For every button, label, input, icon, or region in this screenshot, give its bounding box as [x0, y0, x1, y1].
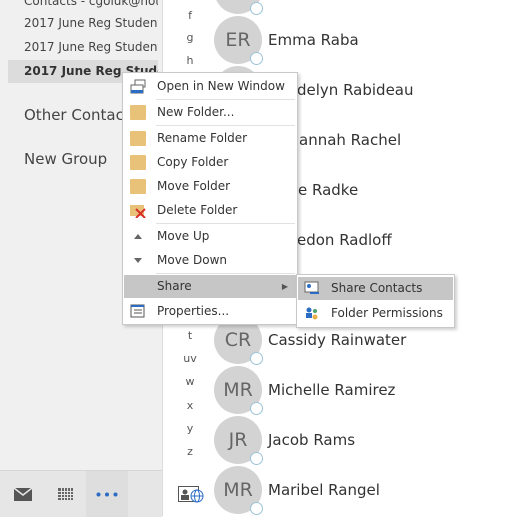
folder-permissions-icon [304, 306, 320, 321]
share-contacts-icon [304, 281, 320, 296]
contact-name[interactable]: e Radke [298, 181, 358, 199]
menu-folder-permissions[interactable]: Folder Permissions [298, 302, 453, 325]
presence-icon [250, 2, 263, 15]
presence-icon [250, 502, 263, 515]
menu-move-down[interactable]: Move Down [124, 249, 296, 272]
mail-icon[interactable] [2, 471, 44, 517]
context-menu: Open in New Window New Folder... Rename … [122, 72, 298, 325]
menu-move-folder[interactable]: Move Folder [124, 175, 296, 198]
menu-copy-folder[interactable]: Copy Folder [124, 151, 296, 174]
contact-name[interactable]: Jacob Rams [268, 431, 355, 449]
index-letter[interactable]: g [182, 31, 198, 44]
menu-separator [156, 125, 295, 126]
new-window-icon [130, 79, 146, 94]
properties-icon [130, 304, 146, 319]
calendar-icon[interactable] [44, 471, 86, 517]
index-letter[interactable]: h [182, 54, 198, 67]
new-group[interactable]: New Group [24, 150, 107, 168]
index-letter[interactable]: t [182, 329, 198, 342]
contact-name[interactable]: edon Radloff [297, 231, 392, 249]
menu-rename-folder[interactable]: Rename Folder [124, 127, 296, 150]
triangle-up-icon [130, 229, 146, 244]
delete-folder-icon [130, 203, 146, 219]
triangle-down-icon [130, 253, 146, 268]
contact-name[interactable]: annah Rachel [299, 131, 401, 149]
presence-icon [250, 402, 263, 415]
folder-icon [130, 105, 146, 120]
menu-share[interactable]: Share ▶ [124, 275, 296, 298]
index-letter[interactable]: x [182, 399, 198, 412]
move-folder-icon [130, 179, 146, 194]
menu-share-contacts[interactable]: Share Contacts [298, 277, 453, 300]
presence-icon [250, 52, 263, 65]
menu-delete-folder[interactable]: Delete Folder [124, 199, 296, 222]
index-letter[interactable]: y [182, 422, 198, 435]
contact-name[interactable]: Maribel Rangel [268, 481, 380, 499]
submenu-arrow-icon: ▶ [281, 282, 288, 291]
menu-move-up[interactable]: Move Up [124, 225, 296, 248]
more-icon[interactable] [86, 471, 128, 517]
index-letter[interactable]: w [182, 375, 198, 388]
index-letter[interactable]: z [182, 445, 198, 458]
copy-folder-icon [130, 155, 146, 170]
contact-card-globe-icon[interactable] [178, 486, 204, 507]
folder-june-reg-1[interactable]: 2017 June Reg Student... [8, 12, 158, 35]
navigation-bar [0, 470, 162, 517]
index-letter[interactable]: uv [182, 352, 198, 365]
menu-properties[interactable]: Properties... [124, 300, 296, 323]
menu-separator [156, 273, 295, 274]
presence-icon [250, 352, 263, 365]
menu-separator [156, 99, 295, 100]
folder-june-reg-2[interactable]: 2017 June Reg Student... [8, 36, 158, 59]
contact-name[interactable]: delyn Rabideau [297, 81, 414, 99]
contact-name[interactable]: Emma Raba [268, 31, 359, 49]
contact-name[interactable]: Michelle Ramirez [268, 381, 395, 399]
menu-new-folder[interactable]: New Folder... [124, 101, 296, 124]
menu-open-new-window[interactable]: Open in New Window [124, 75, 296, 98]
index-letter[interactable]: f [182, 9, 198, 22]
rename-folder-icon [130, 131, 146, 146]
other-contacts[interactable]: Other Contacts [24, 106, 138, 124]
presence-icon [250, 452, 263, 465]
contact-name[interactable]: Cassidy Rainwater [268, 331, 406, 349]
menu-separator [156, 223, 295, 224]
share-submenu: Share Contacts Folder Permissions [296, 274, 455, 328]
